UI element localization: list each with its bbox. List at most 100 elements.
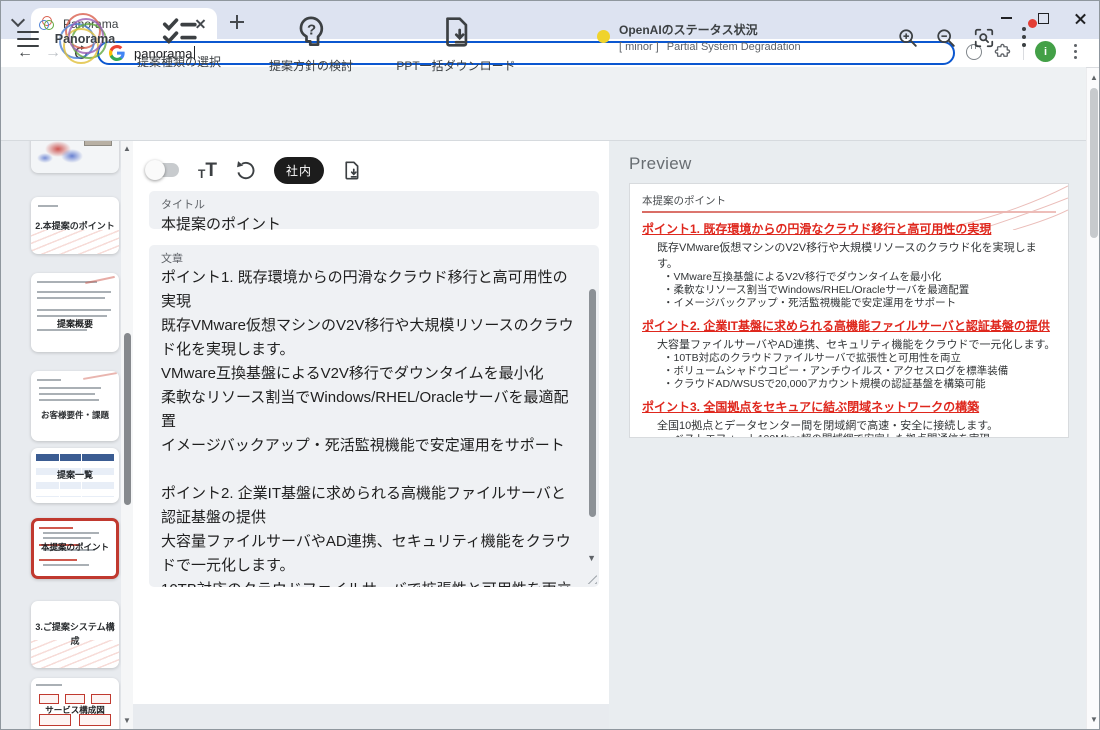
- slide-body: 本提案のポイント ポイント1. 既存環境からの円滑なクラウド移行と高可用性の実現…: [642, 193, 1056, 438]
- zoom-in-icon: [897, 27, 919, 49]
- textarea-resize-handle[interactable]: [587, 574, 597, 584]
- text-format-button[interactable]: TT: [198, 161, 217, 180]
- section-lead: 既存VMware仮想マシンのV2V移行や大規模リソースのクラウド化を実現します。: [657, 239, 1056, 271]
- fit-view-button[interactable]: [971, 25, 997, 51]
- step-proposal-type[interactable]: 提案種類の選択: [135, 14, 223, 70]
- ppt-download-icon: [439, 14, 473, 50]
- status-message: Partial System Degradation: [667, 41, 801, 53]
- text-format-icon: T: [205, 161, 217, 180]
- deco: [43, 532, 99, 534]
- app-content: 2.本提案のポイント 提案概要 お客様要件・課題: [1, 141, 1086, 730]
- checklist-icon: [160, 14, 198, 46]
- deco: [31, 640, 119, 668]
- zoom-out-icon: [935, 27, 957, 49]
- sidebar-scrollbar-thumb[interactable]: [124, 333, 131, 505]
- avatar-letter: i: [1044, 46, 1047, 58]
- deco: [37, 291, 111, 293]
- title-field[interactable]: タイトル 本提案のポイント: [149, 191, 599, 229]
- map-photo-inset: [84, 141, 112, 146]
- question-mark: ?: [307, 22, 316, 39]
- internal-badge[interactable]: 社内: [274, 157, 324, 184]
- menu-hamburger-button[interactable]: [17, 31, 39, 47]
- textarea-scroll-down-icon[interactable]: ▼: [587, 553, 596, 563]
- window-close-button[interactable]: [1063, 1, 1097, 35]
- thinking-head-icon: ?: [293, 14, 329, 50]
- thumbnail-title: お客様要件・課題: [31, 409, 119, 421]
- slide-thumbnail-8[interactable]: サービス構成図: [31, 678, 119, 730]
- url-bar[interactable]: panorama: [97, 41, 955, 65]
- close-icon: [1073, 11, 1088, 26]
- section-heading: ポイント3. 全国拠点をセキュアに結ぶ閉域ネットワークの構築: [642, 398, 1056, 415]
- section-heading: ポイント1. 既存環境からの円滑なクラウド移行と高可用性の実現: [642, 220, 1056, 237]
- section-bullet: ・ベストエフォート100Mbps超の閉域網で安定した拠点間通信を実現: [663, 433, 1056, 438]
- body-textarea[interactable]: 文章 ポイント1. 既存環境からの円滑なクラウド移行と高可用性の実現 既存VMw…: [149, 245, 599, 587]
- edit-toggle-switch[interactable]: [147, 160, 181, 180]
- new-tab-button[interactable]: [227, 12, 247, 32]
- openai-status: OpenAIのステータス状況 [ minor ]Partial System D…: [597, 21, 801, 53]
- title-field-value[interactable]: 本提案のポイント: [149, 212, 599, 234]
- deco: [37, 297, 105, 299]
- step-label: 提案種類の選択: [137, 53, 221, 70]
- slide-thumbnail-4[interactable]: お客様要件・課題: [31, 371, 119, 441]
- deco: [43, 537, 91, 539]
- textarea-scrollbar-thumb[interactable]: [589, 289, 596, 517]
- step-label: PPT一括ダウンロード: [396, 57, 515, 74]
- deco: [91, 694, 111, 704]
- regenerate-button[interactable]: [234, 159, 257, 182]
- preview-panel: Preview 本提案のポイント ポイント1. 既存環境からの円滑なクラウド移行…: [609, 141, 1086, 730]
- slide-thumbnail-3[interactable]: 提案概要: [31, 273, 119, 352]
- scroll-up-icon[interactable]: ▲: [123, 145, 131, 153]
- scroll-down-icon[interactable]: ▼: [123, 717, 131, 725]
- deco: [39, 399, 99, 401]
- deco: [39, 527, 73, 529]
- body-field-label: 文章: [149, 245, 599, 266]
- profile-avatar[interactable]: i: [1035, 41, 1056, 62]
- section-bullet: ・イメージバックアップ・死活監視機能で安定運用をサポート: [663, 297, 1056, 310]
- deco: [39, 559, 77, 561]
- body-text[interactable]: ポイント1. 既存環境からの円滑なクラウド移行と高可用性の実現 既存VMware…: [161, 266, 577, 587]
- thumbnail-title: 提案概要: [31, 317, 119, 330]
- slide-thumbnail-1[interactable]: [31, 141, 119, 173]
- page-scroll-down-icon[interactable]: ▼: [1090, 716, 1098, 724]
- slide-section-3: ポイント3. 全国拠点をセキュアに結ぶ閉域ネットワークの構築 全国10拠点とデー…: [642, 398, 1056, 438]
- deco: [36, 684, 62, 686]
- page-scrollbar-thumb[interactable]: [1090, 88, 1098, 238]
- deco: [39, 393, 95, 395]
- preview-slide-card: 本提案のポイント ポイント1. 既存環境からの円滑なクラウド移行と高可用性の実現…: [629, 183, 1069, 438]
- step-proposal-policy[interactable]: ? 提案方針の検討: [267, 14, 355, 74]
- slide-thumbnail-7[interactable]: 3.ご提案システム構成: [31, 601, 119, 668]
- slide-thumbnail-5[interactable]: 提案一覧: [31, 448, 119, 503]
- sidebar-scrollbar[interactable]: ▲ ▼: [121, 141, 133, 730]
- section-bullet: ・10TB対応のクラウドファイルサーバで拡張性と可用性を両立: [663, 352, 1056, 365]
- section-lead: 大容量ファイルサーバやAD連携、セキュリティ機能をクラウドで一元化します。: [657, 336, 1056, 352]
- page-scroll-up-icon[interactable]: ▲: [1090, 74, 1098, 82]
- maximize-icon: [1038, 13, 1049, 24]
- slide-thumbnail-sidebar: 2.本提案のポイント 提案概要 お客様要件・課題: [1, 141, 121, 730]
- slide-thumbnail-6-selected[interactable]: 本提案のポイント: [31, 518, 119, 579]
- slide-section-1: ポイント1. 既存環境からの円滑なクラウド移行と高可用性の実現 既存VMware…: [642, 220, 1056, 310]
- section-heading: ポイント2. 企業IT基盤に求められる高機能ファイルサーバと認証基盤の提供: [642, 317, 1056, 334]
- step-ppt-download[interactable]: PPT一括ダウンロード: [393, 14, 519, 74]
- slide-header-rule: [642, 211, 1056, 213]
- app-menu-button[interactable]: [1013, 23, 1035, 51]
- deco: [37, 379, 61, 381]
- status-title: OpenAIのステータス状況: [619, 21, 801, 38]
- chevron-down-icon: [11, 13, 25, 27]
- deco: [83, 372, 117, 380]
- app-header: [1, 67, 1086, 141]
- deco: [38, 205, 58, 207]
- zoom-in-button[interactable]: [895, 25, 921, 51]
- slide-section-2: ポイント2. 企業IT基盤に求められる高機能ファイルサーバと認証基盤の提供 大容…: [642, 317, 1056, 391]
- deco: [65, 694, 85, 704]
- tab-search-chevron-icon[interactable]: [9, 13, 27, 29]
- slide-thumbnail-2[interactable]: 2.本提案のポイント: [31, 197, 119, 254]
- deco: [39, 387, 101, 389]
- deco: [31, 230, 119, 254]
- browser-menu-button[interactable]: [1067, 42, 1083, 62]
- section-bullet: ・クラウドAD/WSUSで20,000アカウント規模の認証基盤を構築可能: [663, 378, 1056, 391]
- toggle-knob: [145, 160, 165, 180]
- zoom-out-button[interactable]: [933, 25, 959, 51]
- slide-header-title: 本提案のポイント: [642, 193, 1056, 208]
- page-scrollbar[interactable]: ▲ ▼: [1086, 68, 1100, 730]
- slide-download-button[interactable]: [341, 159, 362, 182]
